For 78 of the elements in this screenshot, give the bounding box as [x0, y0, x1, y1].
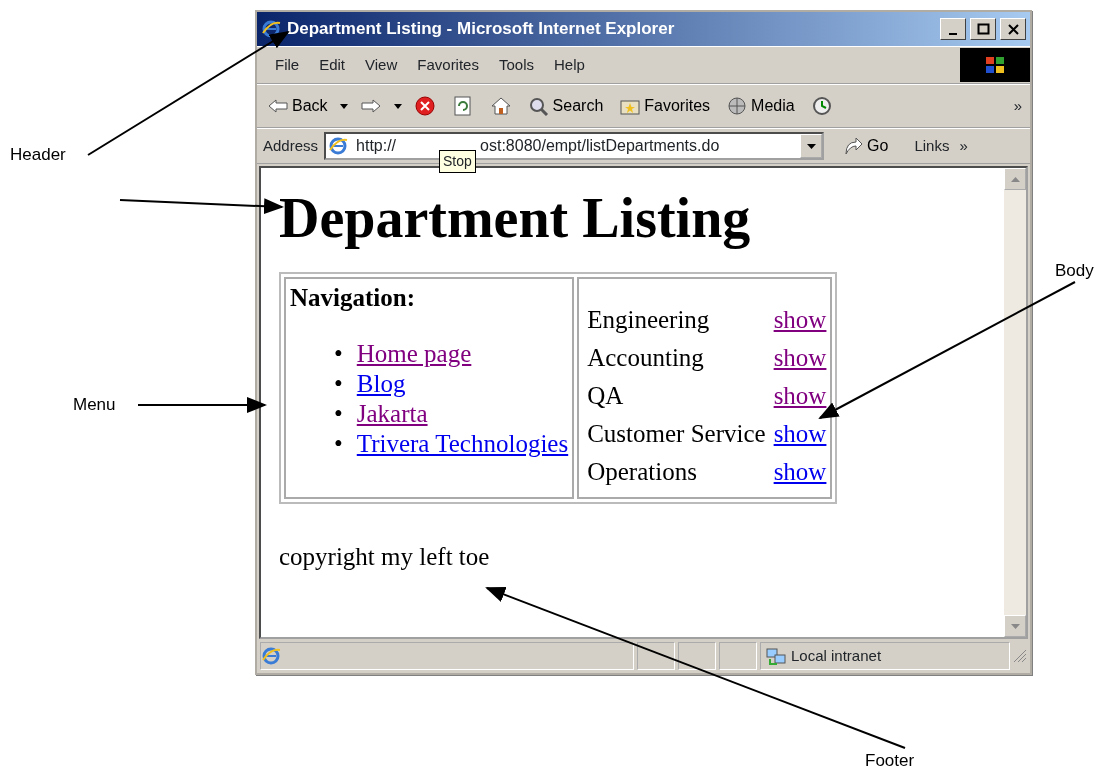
menu-item[interactable]: Edit	[311, 53, 354, 77]
go-arrow-icon	[842, 136, 865, 156]
status-pane	[719, 642, 757, 670]
menu-item[interactable]: View	[357, 53, 406, 77]
zone-label: Local intranet	[791, 645, 882, 666]
forward-arrow-icon	[359, 96, 382, 116]
close-button[interactable]	[1000, 18, 1026, 40]
annotation-label: Body	[1055, 260, 1094, 282]
show-link[interactable]: show	[773, 343, 827, 371]
status-pane	[637, 642, 675, 670]
scroll-up-button[interactable]	[1004, 168, 1026, 190]
down-arrow-icon	[1010, 623, 1020, 629]
network-icon	[765, 646, 787, 666]
tooltip: Stop	[439, 150, 476, 173]
bullet: •	[334, 398, 343, 429]
url-text: ost:8080/empt/listDepartments.do	[480, 136, 720, 156]
maximize-button[interactable]	[970, 18, 996, 40]
footer-text: copyright my left toe	[279, 541, 491, 572]
nav-link[interactable]: Jakarta	[356, 398, 428, 429]
menu-item[interactable]: File	[267, 53, 308, 77]
nav-link[interactable]: Home page	[356, 338, 472, 369]
department-name: QA	[587, 381, 624, 409]
toolbar-overflow[interactable]: »	[1013, 94, 1022, 118]
flag-icon	[984, 55, 1006, 75]
dropdown-button[interactable]	[800, 134, 823, 158]
nav-link[interactable]: Trivera Technologies	[356, 428, 569, 459]
back-arrow-icon	[267, 96, 289, 116]
nav-link[interactable]: Blog	[356, 368, 406, 399]
address-label: Address	[263, 135, 319, 156]
resize-grip-icon[interactable]	[1013, 649, 1027, 663]
refresh-icon	[451, 96, 474, 116]
page-icon	[261, 646, 281, 666]
caret-icon	[806, 143, 816, 149]
stop-icon	[413, 96, 436, 116]
scroll-down-button[interactable]	[1004, 615, 1026, 637]
links-overflow[interactable]: »	[959, 134, 968, 158]
show-link[interactable]: show	[773, 419, 827, 447]
favorites-button[interactable]: Favorites	[615, 92, 715, 120]
minimize-icon	[949, 33, 957, 35]
dropdown-arrow-icon[interactable]	[339, 103, 348, 109]
bullet: •	[334, 338, 343, 369]
page-heading: Department Listing	[279, 188, 752, 250]
department-name: Operations	[587, 457, 697, 485]
show-link[interactable]: show	[773, 457, 827, 485]
links-label[interactable]: Links	[914, 134, 950, 158]
globe-icon	[726, 96, 749, 116]
maximize-icon	[976, 22, 990, 36]
annotation-label: Header	[10, 144, 66, 166]
dropdown-arrow-icon[interactable]	[393, 103, 402, 109]
url-text: http://	[356, 136, 397, 156]
magnifier-icon	[527, 96, 550, 116]
minimize-button[interactable]	[940, 18, 966, 40]
window-title: Department Listing - Microsoft Internet Explorer	[287, 18, 675, 41]
scrollbar[interactable]	[1004, 168, 1026, 637]
home-icon	[489, 96, 512, 116]
annotation-label: Footer	[865, 750, 915, 767]
search-button[interactable]: Search	[523, 92, 608, 120]
browser-logo-icon	[261, 19, 283, 39]
department-name: Accounting	[587, 343, 704, 371]
go-button[interactable]: Go	[838, 132, 893, 160]
show-link[interactable]: show	[773, 381, 827, 409]
close-icon	[1006, 22, 1020, 36]
annotation-label: Menu	[73, 394, 116, 416]
menu-item[interactable]: Tools	[490, 53, 542, 77]
bullet: •	[334, 368, 343, 399]
show-link[interactable]: show	[773, 305, 827, 333]
menu-item[interactable]: Favorites	[409, 53, 487, 77]
menu-item[interactable]: Help	[546, 53, 593, 77]
up-arrow-icon	[1010, 176, 1020, 182]
status-pane	[678, 642, 716, 670]
department-name: Customer Service	[587, 419, 766, 447]
clock-icon	[810, 96, 833, 116]
navigation-title: Navigation:	[290, 283, 415, 311]
page-icon	[328, 136, 349, 156]
bullet: •	[334, 428, 343, 459]
department-name: Engineering	[587, 305, 710, 333]
back-button[interactable]: Back	[263, 92, 332, 120]
media-button[interactable]: Media	[722, 92, 799, 120]
